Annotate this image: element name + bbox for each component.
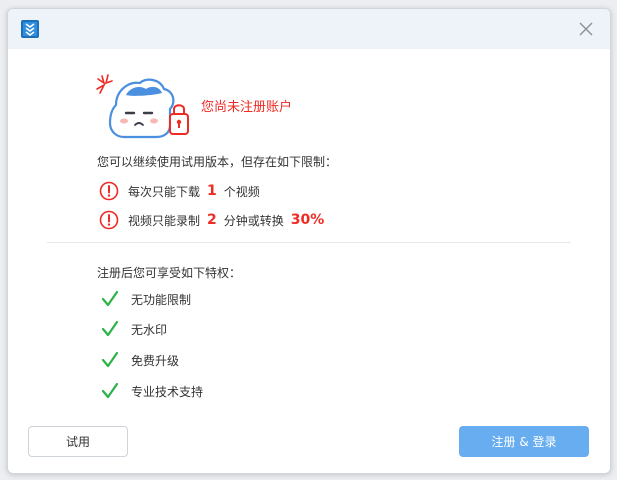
limit-text: 每次只能下载 — [128, 184, 201, 199]
limit-text: 分钟或转换 — [223, 213, 284, 228]
close-icon[interactable] — [576, 19, 596, 39]
trial-button[interactable]: 试用 — [28, 426, 128, 457]
limit-text: 个视频 — [223, 184, 260, 199]
perk-label: 免费升级 — [131, 353, 180, 368]
warning-icon — [99, 181, 119, 201]
perk-item: 免费升级 — [101, 351, 179, 369]
section-divider — [47, 242, 571, 243]
check-icon — [101, 382, 119, 399]
limit-text: 视频只能录制 — [128, 213, 201, 228]
perk-label: 无水印 — [131, 322, 168, 337]
limit-value: 2 — [207, 212, 217, 228]
check-icon — [101, 351, 119, 368]
unregistered-headline: 您尚未注册账户 — [201, 100, 293, 115]
perk-item: 无水印 — [101, 320, 167, 338]
check-icon — [101, 290, 119, 307]
limit-row-download: 每次只能下载 1 个视频 — [99, 181, 260, 201]
perk-label: 无功能限制 — [131, 292, 192, 307]
perk-label: 专业技术支持 — [131, 384, 204, 399]
title-bar — [8, 9, 610, 49]
perk-item: 无功能限制 — [101, 290, 191, 308]
register-login-button[interactable]: 注册 & 登录 — [459, 426, 589, 457]
sad-cloud-lock-illustration — [96, 74, 189, 139]
registration-dialog: 您尚未注册账户 您可以继续使用试用版本，但存在如下限制： 每次只能下载 1 个视… — [7, 8, 611, 474]
limit-value: 1 — [207, 183, 217, 199]
limit-value: 30% — [290, 212, 325, 228]
check-icon — [101, 320, 119, 337]
limits-title: 您可以继续使用试用版本，但存在如下限制： — [97, 155, 338, 169]
app-logo-icon — [21, 20, 39, 38]
warning-icon — [99, 210, 119, 230]
perks-title: 注册后您可享受如下特权： — [97, 266, 242, 280]
perk-item: 专业技术支持 — [101, 382, 203, 400]
limit-row-record: 视频只能录制 2 分钟或转换 30% — [99, 210, 324, 230]
